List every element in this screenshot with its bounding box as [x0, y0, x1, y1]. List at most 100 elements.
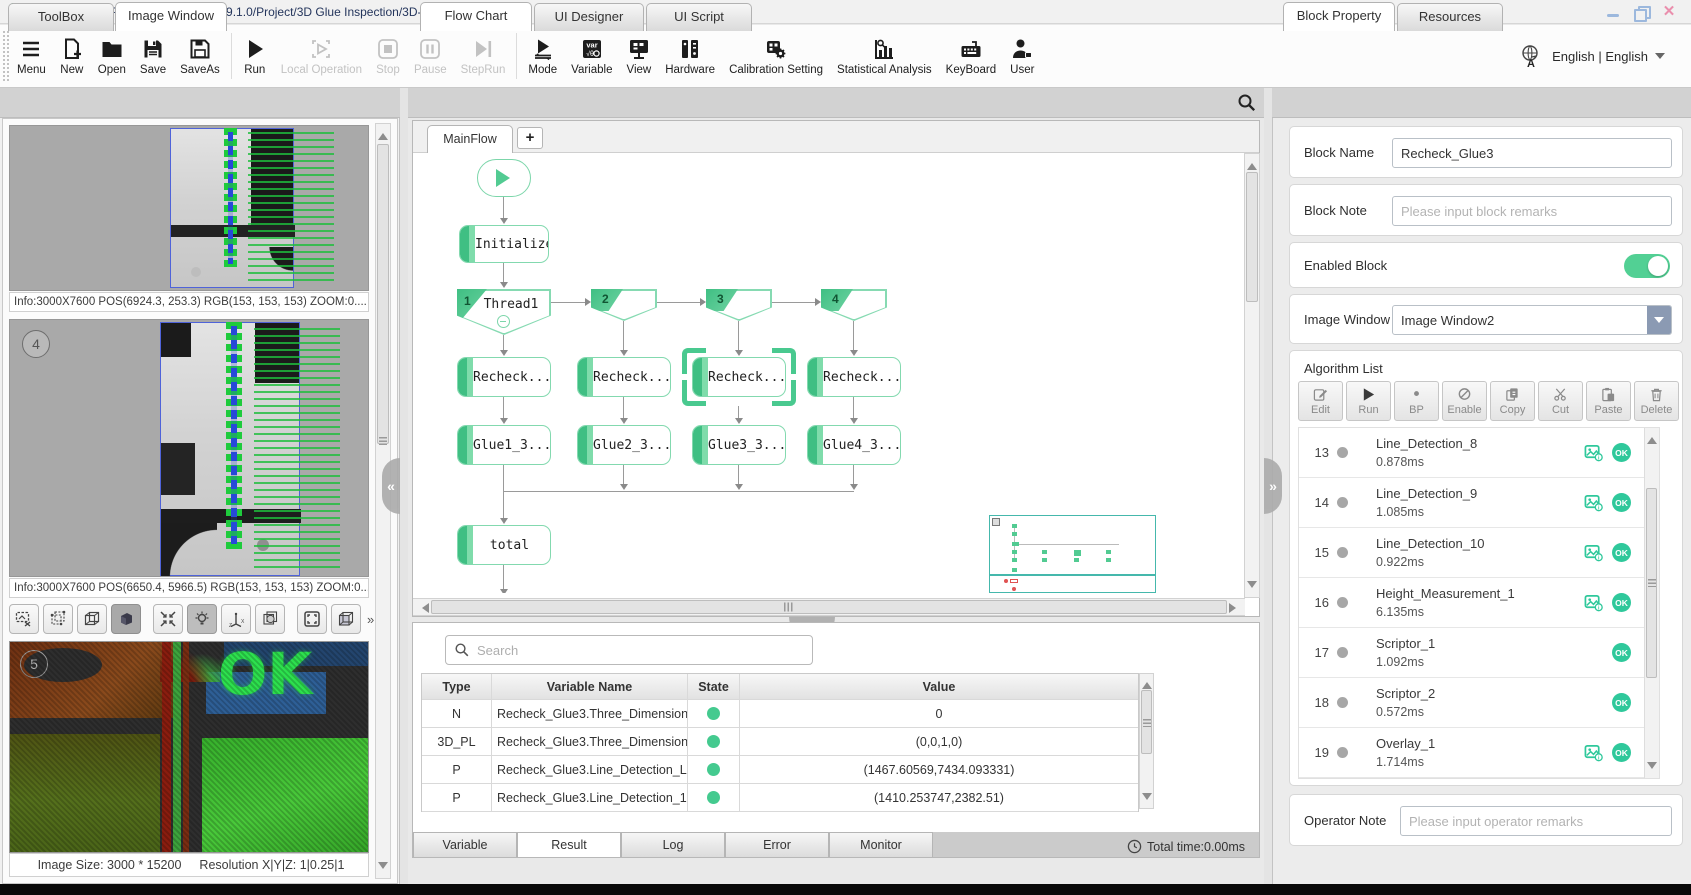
block-name-input[interactable] — [1392, 138, 1672, 168]
algorithm-item[interactable]: 15 Line_Detection_10 0.922ms i OK — [1299, 528, 1659, 578]
scroll-down-arrow[interactable] — [1142, 793, 1152, 805]
shrink-view-tool[interactable] — [153, 604, 183, 634]
collapse-thread-icon[interactable] — [497, 315, 510, 328]
total-block[interactable]: total — [457, 525, 551, 565]
result-image-icon[interactable]: i — [1584, 443, 1603, 462]
breakpoint-dot[interactable] — [1337, 697, 1348, 708]
flowchart-hscrollbar[interactable] — [413, 598, 1245, 616]
flowchart-canvas[interactable]: Initialize 1 Thread1 2 3 — [413, 153, 1245, 593]
tab-ui-designer[interactable]: UI Designer — [534, 3, 644, 31]
algo-paste-button[interactable]: Paste — [1586, 381, 1631, 421]
save-as-button[interactable]: SaveAs — [173, 28, 227, 84]
scroll-down-arrow[interactable] — [1247, 581, 1257, 593]
scrollbar-thumb[interactable] — [1246, 172, 1258, 302]
statistical-analysis-button[interactable]: Statistical Analysis — [830, 28, 939, 84]
algo-breakpoint-button[interactable]: BP — [1394, 381, 1439, 421]
tab-toolbox[interactable]: ToolBox — [8, 3, 114, 31]
open-button[interactable]: Open — [91, 28, 133, 84]
solid-cube-tool[interactable] — [111, 604, 141, 634]
recheck-block-2[interactable]: Recheck... — [577, 357, 671, 397]
keyboard-button[interactable]: KeyBoard — [939, 28, 1004, 84]
scroll-down-arrow[interactable] — [1647, 762, 1657, 774]
tab-mainflow[interactable]: MainFlow — [427, 125, 513, 153]
result-image-icon[interactable]: i — [1584, 743, 1603, 762]
algorithm-item[interactable]: 13 Line_Detection_8 0.878ms i OK — [1299, 428, 1659, 478]
add-flow-tab-button[interactable]: + — [517, 127, 543, 149]
light-tool[interactable] — [187, 604, 217, 634]
flowchart-minimap[interactable] — [989, 515, 1156, 593]
table-row[interactable]: N Recheck_Glue3.Three_Dimension_I... 0 — [422, 700, 1138, 728]
image-viewer-2[interactable]: 4 — [9, 319, 369, 577]
tab-resources[interactable]: Resources — [1397, 3, 1503, 31]
algo-edit-button[interactable]: Edit — [1298, 381, 1343, 421]
search-input[interactable] — [477, 643, 777, 658]
crop-image-tool[interactable] — [9, 604, 39, 634]
axes-3d-tool[interactable]: ZX — [221, 604, 251, 634]
wire-cube-points-tool[interactable] — [43, 604, 73, 634]
algo-cut-button[interactable]: Cut — [1538, 381, 1583, 421]
image-viewer-3[interactable]: 5 OK — [9, 641, 369, 853]
glue4-block[interactable]: Glue4_3... — [807, 425, 901, 465]
run-button[interactable]: Run — [236, 28, 274, 84]
operator-note-input[interactable] — [1400, 806, 1672, 836]
breakpoint-dot[interactable] — [1337, 597, 1348, 608]
result-image-icon[interactable]: i — [1584, 493, 1603, 512]
tab-flow-chart[interactable]: Flow Chart — [420, 2, 532, 31]
glue3-block[interactable]: Glue3_3... — [692, 425, 786, 465]
search-icon[interactable] — [1236, 92, 1258, 114]
hardware-button[interactable]: Hardware — [658, 28, 722, 84]
tab-result[interactable]: Result — [517, 832, 621, 857]
scroll-left-arrow[interactable] — [417, 603, 429, 613]
recheck-block-4[interactable]: Recheck... — [807, 357, 901, 397]
mode-button[interactable]: Mode — [521, 28, 564, 84]
scroll-up-arrow[interactable] — [1247, 158, 1257, 170]
toolbar-overflow-button[interactable]: » — [367, 612, 374, 627]
fit-screen-tool[interactable] — [297, 604, 327, 634]
result-image-icon[interactable]: i — [1584, 543, 1603, 562]
algorithm-list-scrollbar[interactable] — [1644, 428, 1659, 778]
menu-button[interactable]: Menu — [10, 28, 53, 84]
table-row[interactable]: 3D_PL Recheck_Glue3.Three_Dimension_I...… — [422, 728, 1138, 756]
scroll-right-arrow[interactable] — [1229, 603, 1241, 613]
scroll-up-arrow[interactable] — [1647, 432, 1657, 444]
language-selector[interactable]: A English | English — [1519, 43, 1691, 69]
breakpoint-dot[interactable] — [1337, 447, 1348, 458]
calibration-setting-button[interactable]: Calibration Setting — [722, 28, 830, 84]
algorithm-item[interactable]: 17 Scriptor_1 1.092ms OK — [1299, 628, 1659, 678]
algo-run-button[interactable]: Run — [1346, 381, 1391, 421]
breakpoint-dot[interactable] — [1337, 497, 1348, 508]
algo-enable-button[interactable]: Enable — [1442, 381, 1487, 421]
initialize-block[interactable]: Initialize — [459, 225, 549, 263]
collapse-left-panel-handle[interactable]: « — [382, 458, 400, 514]
scroll-up-arrow[interactable] — [1142, 677, 1152, 689]
breakpoint-dot[interactable] — [1337, 547, 1348, 558]
breakpoint-dot[interactable] — [1337, 647, 1348, 658]
glue1-block[interactable]: Glue1_3... — [457, 425, 551, 465]
minimize-button[interactable] — [1605, 5, 1621, 19]
block-note-input[interactable] — [1392, 196, 1672, 226]
tab-ui-script[interactable]: UI Script — [646, 3, 752, 31]
thread1-node[interactable]: 1 Thread1 — [457, 289, 551, 335]
panel-splitter[interactable] — [400, 88, 408, 884]
table-row[interactable]: P Recheck_Glue3.Line_Detection_1.mi... (… — [422, 784, 1138, 812]
table-scrollbar[interactable] — [1139, 673, 1154, 809]
start-node[interactable] — [477, 159, 531, 197]
close-button[interactable]: ✕ — [1661, 5, 1677, 19]
algorithm-item[interactable]: 16 Height_Measurement_1 6.135ms i OK — [1299, 578, 1659, 628]
image-viewer-1[interactable] — [9, 125, 369, 291]
flowchart-vscrollbar[interactable] — [1244, 153, 1260, 598]
tab-variable[interactable]: Variable — [413, 832, 517, 857]
breakpoint-dot[interactable] — [1337, 747, 1348, 758]
maximize-button[interactable] — [1633, 5, 1649, 19]
glue2-block[interactable]: Glue2_3... — [577, 425, 671, 465]
wire-cube-tool[interactable] — [77, 604, 107, 634]
new-button[interactable]: New — [53, 28, 91, 84]
enabled-block-toggle[interactable] — [1624, 254, 1670, 278]
nav-right-icon[interactable] — [1227, 129, 1241, 143]
tab-error[interactable]: Error — [725, 832, 829, 857]
thread3-node[interactable]: 3 — [706, 289, 772, 321]
result-image-icon[interactable]: i — [1584, 593, 1603, 612]
sphere-cube-tool[interactable] — [255, 604, 285, 634]
algo-delete-button[interactable]: Delete — [1634, 381, 1679, 421]
scrollbar-thumb[interactable] — [431, 600, 1227, 614]
